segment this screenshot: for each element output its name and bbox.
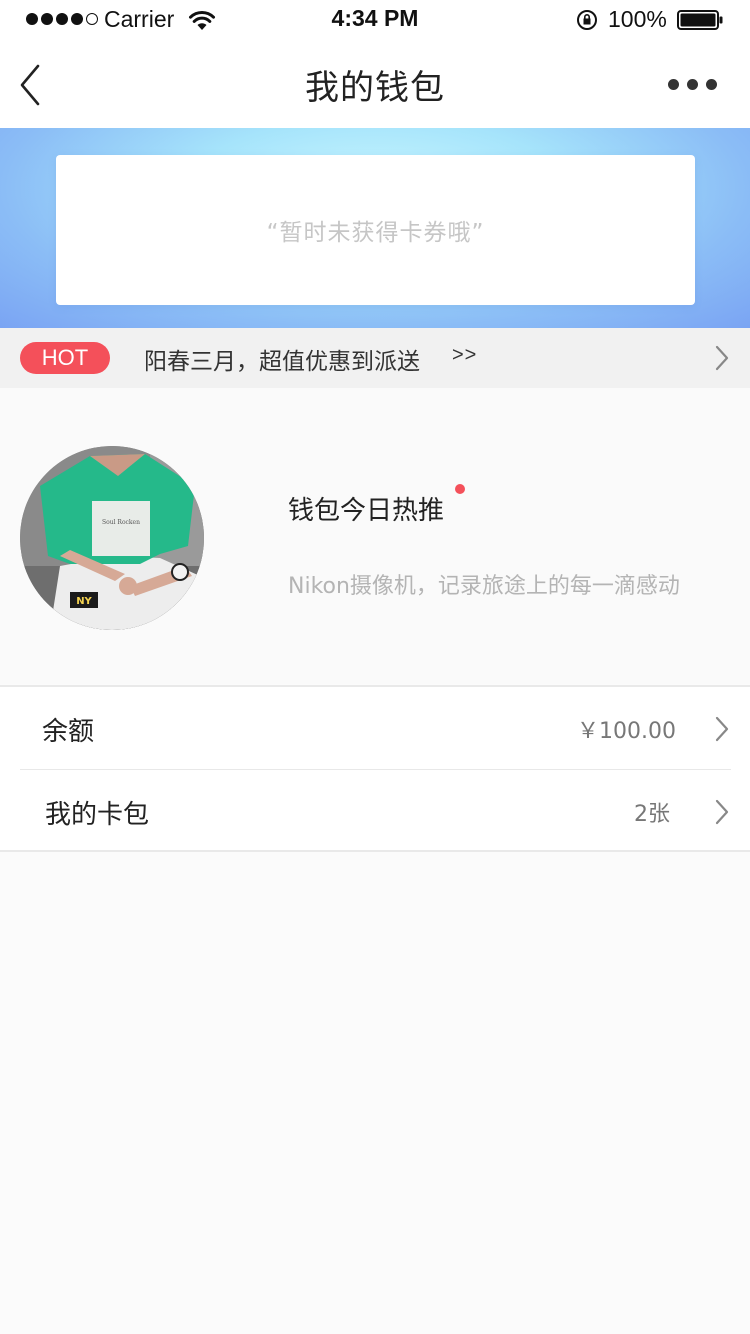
hot-promo-text: 阳春三月，超值优惠到派送 (144, 349, 420, 375)
card-pack-label: 我的卡包 (45, 800, 150, 830)
balance-value: ￥100.00 (577, 719, 676, 744)
hot-promo-strip[interactable]: HOT 阳春三月，超值优惠到派送 >> (0, 328, 750, 388)
hot-badge: HOT (20, 342, 110, 374)
avatar-print-badge: NY (76, 596, 92, 607)
featured-title: 钱包今日热推 (288, 496, 445, 526)
more-icon[interactable] (668, 74, 724, 94)
page-title: 我的钱包 (305, 68, 445, 108)
list-item-balance[interactable]: 余额 ￥100.00 (0, 687, 750, 770)
coupon-card-empty: “暂时未获得卡券哦” (56, 155, 695, 305)
list-item-card-pack[interactable]: 我的卡包 2张 (0, 770, 750, 852)
featured-description: Nikon摄像机，记录旅途上的每一滴感动 (288, 574, 680, 599)
battery-percent: 100% (608, 6, 667, 32)
wallet-list: 余额 ￥100.00 我的卡包 2张 (0, 685, 750, 852)
rotation-lock-icon (577, 10, 597, 30)
navigation-bar: 我的钱包 (0, 40, 750, 128)
avatar-photo: Soul Rocken NY (20, 446, 204, 630)
featured-recommendation[interactable]: Soul Rocken NY 钱包今日热推 Nikon摄像机，记录旅途上的每一滴… (0, 388, 750, 684)
featured-avatar: Soul Rocken NY (20, 446, 204, 630)
hot-promo-arrows: >> (452, 344, 478, 366)
status-bar: Carrier 4:34 PM 100% (0, 0, 750, 40)
empty-coupon-text: “暂时未获得卡券哦” (266, 220, 485, 246)
battery-icon (677, 10, 723, 30)
chevron-right-icon (715, 345, 729, 371)
notification-dot (455, 484, 465, 494)
chevron-right-icon (715, 716, 729, 742)
coupon-banner: “暂时未获得卡券哦” (0, 128, 750, 328)
card-pack-count: 2张 (634, 802, 670, 827)
balance-label: 余额 (42, 717, 95, 747)
chevron-right-icon (715, 799, 729, 825)
avatar-print-text: Soul Rocken (102, 519, 140, 526)
